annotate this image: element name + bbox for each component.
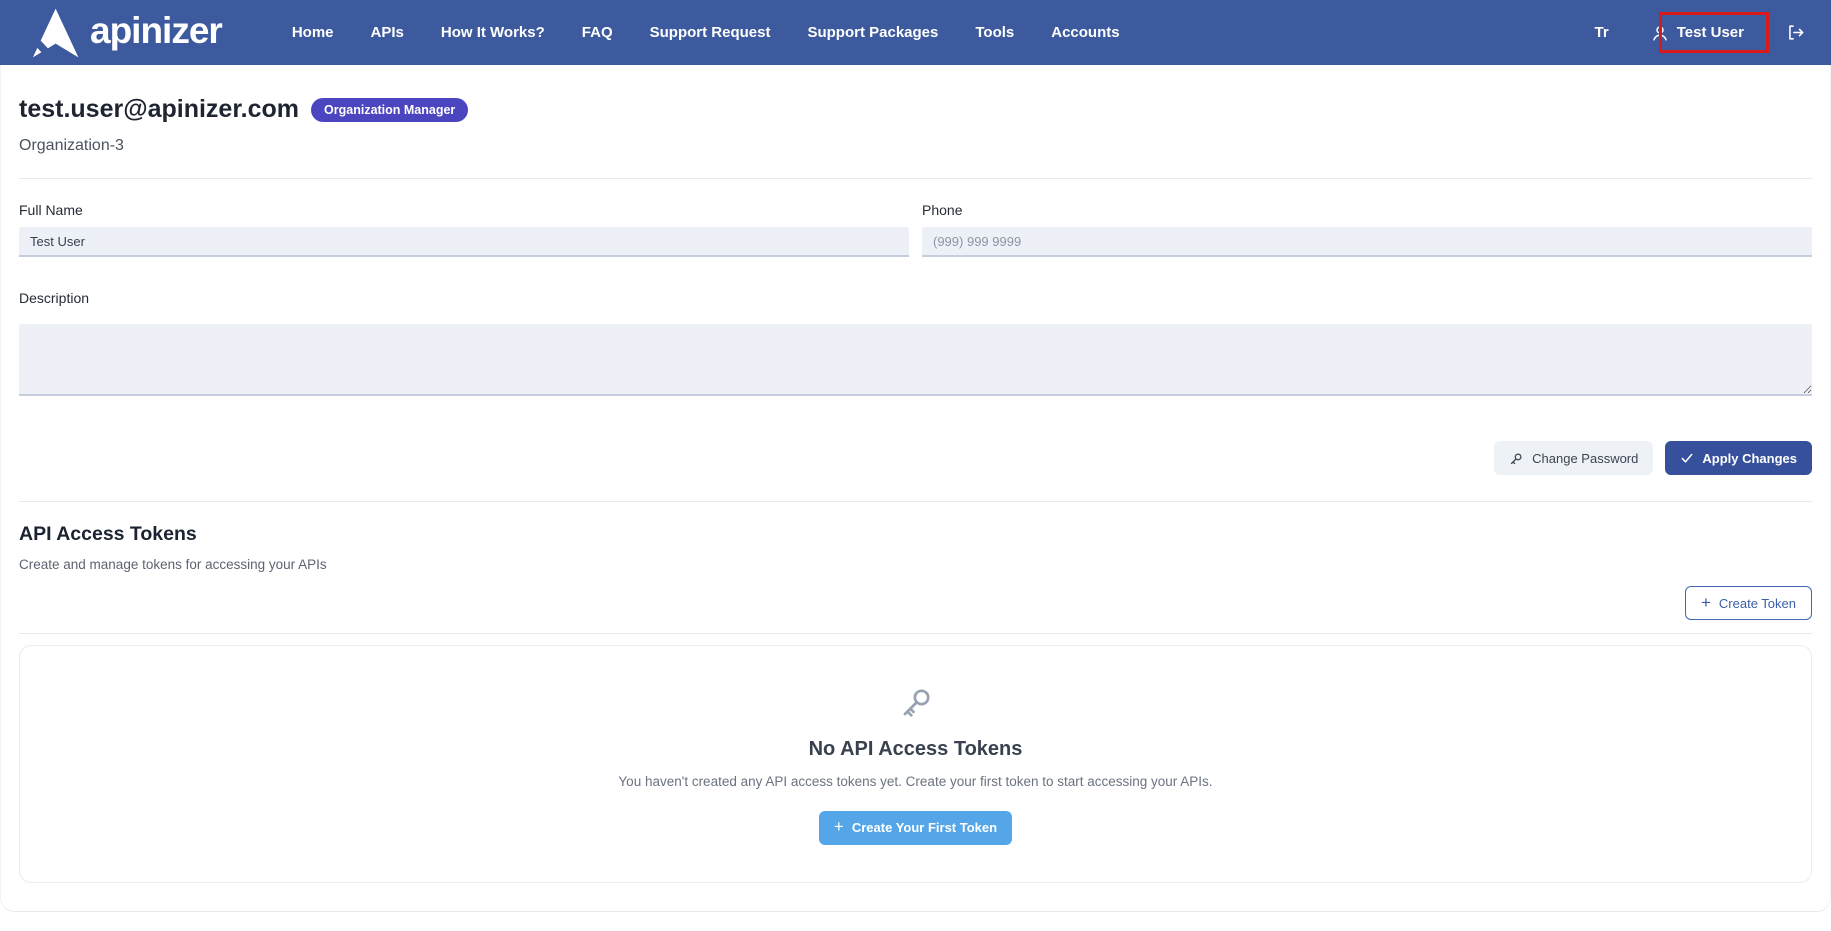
apply-changes-label: Apply Changes (1702, 451, 1797, 466)
language-toggle[interactable]: Tr (1595, 24, 1609, 41)
profile-email-title: test.user@apinizer.com (19, 95, 299, 124)
description-textarea[interactable] (19, 324, 1812, 396)
change-password-label: Change Password (1532, 451, 1638, 466)
user-icon (1651, 24, 1669, 42)
nav-item-support-packages[interactable]: Support Packages (807, 24, 938, 41)
phone-label: Phone (922, 202, 1812, 218)
create-token-label: Create Token (1719, 596, 1796, 611)
nav-item-faq[interactable]: FAQ (582, 24, 613, 41)
create-token-row: + Create Token (19, 586, 1812, 620)
form-actions: Change Password Apply Changes (19, 441, 1812, 475)
nav-item-support-request[interactable]: Support Request (650, 24, 771, 41)
create-token-button[interactable]: + Create Token (1685, 586, 1812, 620)
change-password-button[interactable]: Change Password (1494, 441, 1653, 475)
apinizer-logo-icon (28, 7, 80, 59)
nav-item-home[interactable]: Home (292, 24, 334, 41)
empty-tokens-card: No API Access Tokens You haven't created… (19, 645, 1812, 883)
brand-name: apinizer (90, 12, 222, 53)
nav-item-accounts[interactable]: Accounts (1051, 24, 1119, 41)
empty-state-text: You haven't created any API access token… (618, 774, 1212, 789)
create-first-token-label: Create Your First Token (852, 820, 997, 835)
profile-header: test.user@apinizer.com Organization Mana… (19, 65, 1812, 124)
nav-item-tools[interactable]: Tools (975, 24, 1014, 41)
user-menu-button[interactable]: Test User (1639, 14, 1756, 52)
nav-links: Home APIs How It Works? FAQ Support Requ… (292, 24, 1120, 41)
tokens-section-title: API Access Tokens (19, 523, 1812, 546)
key-large-icon (897, 684, 935, 722)
apply-changes-button[interactable]: Apply Changes (1665, 441, 1812, 475)
full-name-group: Full Name (19, 202, 909, 257)
key-icon (1509, 451, 1524, 466)
nav-item-how-it-works[interactable]: How It Works? (441, 24, 545, 41)
full-name-input[interactable] (19, 227, 909, 257)
plus-icon: + (834, 818, 844, 835)
divider (19, 178, 1812, 179)
create-first-token-button[interactable]: + Create Your First Token (819, 811, 1012, 845)
logout-icon (1786, 23, 1805, 42)
top-navbar: apinizer Home APIs How It Works? FAQ Sup… (0, 0, 1831, 65)
role-badge: Organization Manager (311, 98, 468, 122)
description-group: Description (19, 290, 1812, 401)
logout-button[interactable] (1786, 23, 1805, 42)
empty-state-title: No API Access Tokens (809, 738, 1023, 761)
profile-form: Full Name Phone (19, 202, 1812, 257)
tokens-section-subtitle: Create and manage tokens for accessing y… (19, 557, 1812, 572)
full-name-label: Full Name (19, 202, 909, 218)
user-name-label: Test User (1677, 24, 1744, 41)
phone-input[interactable] (922, 227, 1812, 257)
phone-group: Phone (922, 202, 1812, 257)
nav-right-group: Tr Test User (1595, 14, 1805, 52)
plus-icon: + (1701, 594, 1711, 611)
nav-item-apis[interactable]: APIs (371, 24, 404, 41)
divider (19, 633, 1812, 634)
divider (19, 501, 1812, 502)
organization-name: Organization-3 (19, 137, 1812, 155)
brand-logo[interactable]: apinizer (28, 7, 222, 59)
description-label: Description (19, 290, 1812, 306)
check-icon (1680, 451, 1694, 465)
main-content: test.user@apinizer.com Organization Mana… (0, 65, 1831, 912)
